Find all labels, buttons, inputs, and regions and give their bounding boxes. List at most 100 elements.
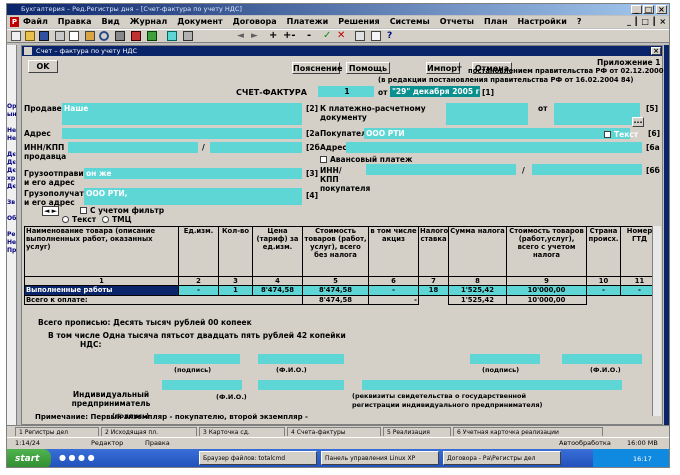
menu-item[interactable]: Журнал (130, 17, 168, 26)
invoice-number-field[interactable]: 1 (318, 86, 374, 97)
consignee-field[interactable]: ООО РТИ, (84, 188, 302, 205)
payment-doc-date-field[interactable] (554, 103, 640, 125)
quick-launch-icons[interactable]: ● ● ● ● (59, 453, 119, 465)
help-button[interactable]: Помощь (346, 62, 390, 74)
chart-icon[interactable] (167, 31, 177, 41)
advance-checkbox[interactable] (320, 156, 327, 163)
buyer-inn-field[interactable] (366, 164, 516, 175)
check-icon[interactable]: ✓ (323, 31, 333, 41)
radio-text-button[interactable] (62, 216, 69, 223)
table-cell[interactable]: - (368, 285, 419, 296)
seller-code: [2] (306, 104, 319, 113)
tab-item[interactable]: 5 Реализация (383, 427, 451, 436)
start-button[interactable]: start (7, 449, 51, 467)
header-cell: Цена (тариф) за ед.изм. (252, 226, 303, 277)
table-cell[interactable]: 1'525,42 (448, 285, 507, 296)
buyer-browse-button[interactable]: ... (632, 117, 644, 127)
menu-item[interactable]: Системы (390, 17, 430, 26)
paste-icon[interactable] (85, 31, 95, 41)
menu-item[interactable]: Решения (338, 17, 379, 26)
director-name-field[interactable] (258, 354, 344, 364)
ok-button[interactable]: OK (28, 60, 58, 73)
remove-icon[interactable]: - (307, 31, 317, 41)
vat-filter-checkbox[interactable] (80, 207, 87, 214)
table-cell[interactable]: 18 (418, 285, 449, 296)
item-name-cell[interactable]: Выполненные работы (24, 285, 179, 296)
menu-item[interactable]: Договора (233, 17, 277, 26)
seller-kpp-field[interactable] (210, 142, 302, 153)
maximize-button[interactable]: □ (643, 5, 654, 14)
shipper-field[interactable]: он же (84, 168, 302, 179)
menu-item[interactable]: Платежи (287, 17, 329, 26)
tab-item[interactable]: 2 Исходящая пл. (101, 427, 197, 436)
accountant-sign-field[interactable] (470, 354, 540, 364)
copy-icon[interactable] (69, 31, 79, 41)
mdi-controls[interactable]: _ ┃ □ ┃ × (627, 17, 666, 27)
new-icon[interactable] (11, 31, 21, 41)
print-icon[interactable] (55, 31, 65, 41)
menu-item[interactable]: Правка (58, 17, 92, 26)
view-icon[interactable] (355, 31, 365, 41)
entrepreneur-name-field[interactable] (258, 380, 344, 390)
explain-button[interactable]: Пояснение (292, 62, 343, 74)
accountant-name-field[interactable] (562, 354, 642, 364)
menu-item[interactable]: Файл (23, 17, 48, 26)
table-cell[interactable]: 8'474,58 (252, 285, 303, 296)
payment-doc-field[interactable] (446, 103, 528, 125)
find-icon[interactable] (99, 31, 109, 41)
help-icon[interactable]: ? (387, 31, 397, 41)
delete-icon[interactable]: ✕ (337, 31, 347, 41)
menu-bar: Р Файл Правка Вид Журнал Документ Договора Пла… (7, 16, 669, 28)
filter-icon[interactable] (131, 31, 141, 41)
menu-item[interactable]: Отчеты (440, 17, 474, 26)
add-icon[interactable]: + (269, 31, 279, 41)
tab-item[interactable]: 6 Учетная карточка реализации (453, 427, 603, 436)
minimize-button[interactable]: _ (631, 5, 642, 14)
mail-icon[interactable] (371, 31, 381, 41)
buyer-text-checkbox[interactable] (604, 131, 611, 138)
taskbar-item-control-panel[interactable]: Панель управления Linux XP (321, 451, 439, 465)
calc-icon[interactable] (115, 31, 125, 41)
tab-item[interactable]: 3 Карточка сд. (199, 427, 285, 436)
buyer-kpp-field[interactable] (532, 164, 642, 175)
dialog-close-button[interactable]: × (651, 47, 661, 55)
seller-field[interactable]: Наше (62, 103, 302, 125)
tab-item[interactable]: 4 Счета-фактуры (287, 427, 381, 436)
table-cell[interactable]: 10'000,00 (506, 285, 587, 296)
radio-tmc-button[interactable] (102, 216, 109, 223)
entrepreneur-sign-field[interactable] (162, 380, 242, 390)
address-field[interactable] (62, 128, 302, 139)
menu-item[interactable]: План (484, 17, 507, 26)
menu-item[interactable]: ? (577, 17, 582, 26)
menu-item[interactable]: Вид (102, 17, 120, 26)
import-button[interactable]: Импорт (426, 62, 462, 74)
save-icon[interactable] (39, 31, 49, 41)
buyer-field[interactable]: ООО РТИ (364, 128, 630, 139)
table-row[interactable]: Выполненные работы -1 8'474,58 8'474,58-18 1… (24, 285, 659, 296)
settings-icon[interactable] (183, 31, 193, 41)
invoice-date-field[interactable]: "29" декабря 2005 г (390, 86, 480, 97)
plus-minus-icon[interactable]: +- (283, 31, 296, 41)
seller-inn-field[interactable] (68, 142, 198, 153)
menu-item[interactable]: Настройки (517, 17, 566, 26)
tab-strip: 1 Регистры дел 2 Исходящая пл. 3 Карточка … (15, 427, 655, 437)
menu-item[interactable]: Документ (177, 17, 222, 26)
dialog-scrollbar[interactable] (652, 226, 661, 416)
buyer-address-field[interactable] (346, 142, 642, 153)
table-cell[interactable]: - (178, 285, 219, 296)
table-cell[interactable]: - (586, 285, 621, 296)
scroll-arrows[interactable]: ◄ ► (42, 206, 59, 216)
taskbar-item-file-browser[interactable]: Браузер файлов: totalcmd (199, 451, 317, 465)
nav-forward-icon[interactable]: ► (251, 31, 261, 41)
nav-back-icon[interactable]: ◄ (237, 31, 247, 41)
tab-item[interactable]: 1 Регистры дел (15, 427, 99, 436)
taskbar-item-contracts[interactable]: Договора - Ра\Регистры дел (443, 451, 561, 465)
close-button[interactable]: × (656, 5, 667, 14)
table-cell[interactable]: 1 (218, 285, 253, 296)
director-sign-field[interactable] (154, 354, 240, 364)
tool-icon[interactable] (147, 31, 157, 41)
table-cell[interactable]: 8'474,58 (302, 285, 369, 296)
date-from-label: от (378, 88, 388, 97)
entrepreneur-cert-field[interactable] (362, 380, 622, 390)
open-icon[interactable] (25, 31, 35, 41)
